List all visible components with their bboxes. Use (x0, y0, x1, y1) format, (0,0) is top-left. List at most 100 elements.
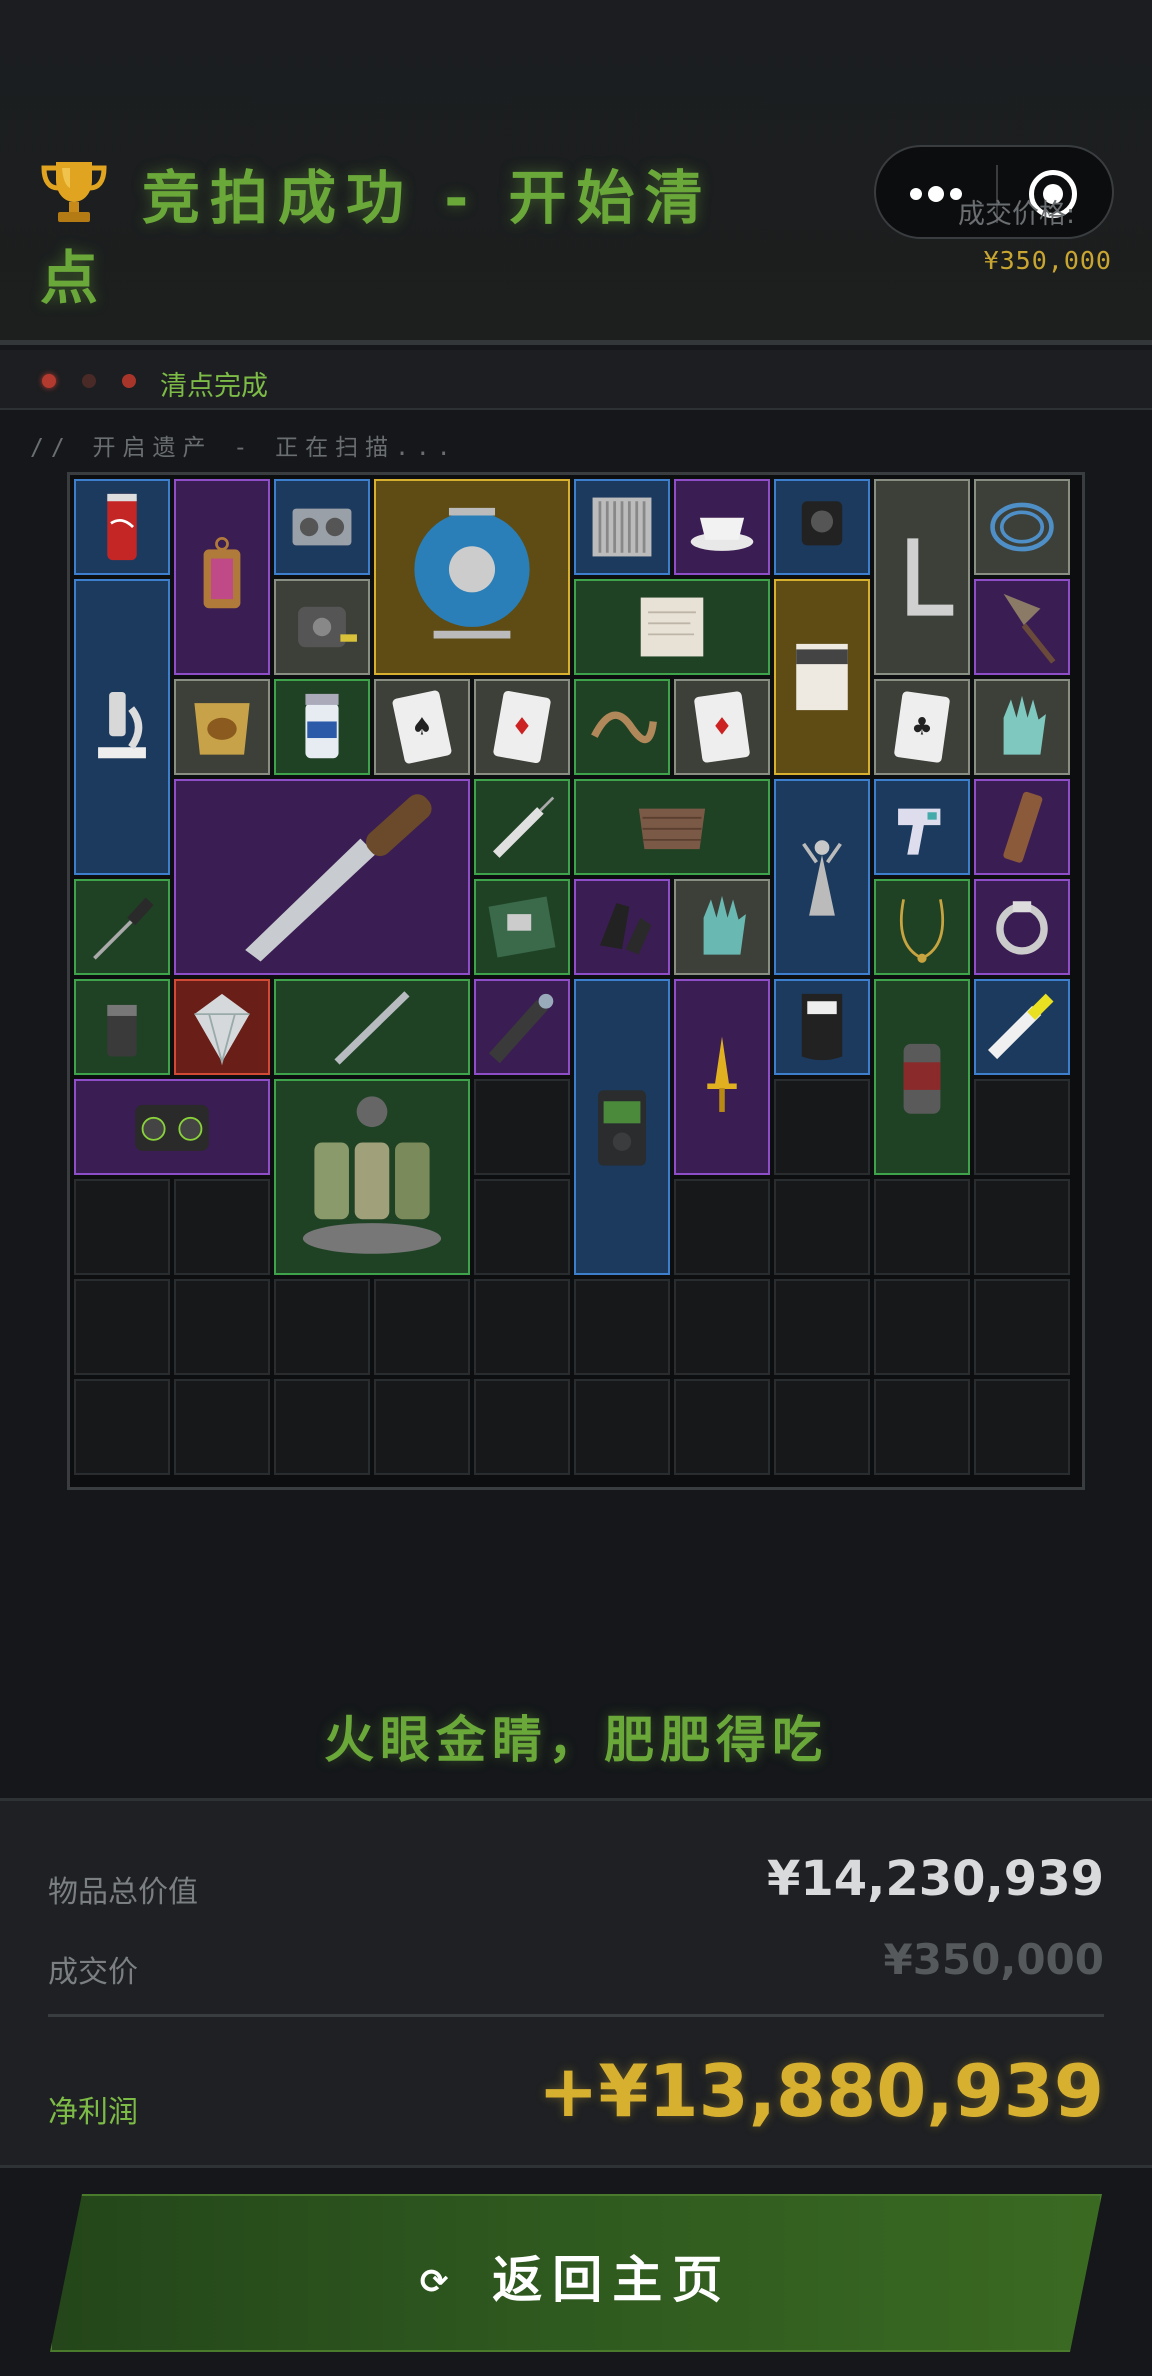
close-target-icon[interactable] (1029, 170, 1077, 218)
inventory-item-tape-reel[interactable] (274, 479, 370, 575)
svg-text:♠: ♠ (411, 712, 432, 740)
inventory-item-pill-bottle[interactable] (274, 679, 370, 775)
inventory-item-energy-bar[interactable] (974, 779, 1070, 875)
status-led-icon (82, 374, 96, 388)
microscope-icon (98, 692, 146, 759)
inventory-item-rubber-hose[interactable] (574, 679, 670, 775)
return-home-button[interactable]: ⟳ 返回主页 (50, 2194, 1102, 2352)
spray-can-icon (903, 1043, 941, 1114)
empty-slot (74, 1279, 170, 1375)
screwdriver-icon (93, 897, 154, 960)
inventory-item-statue[interactable] (774, 779, 870, 975)
inventory-item-teacup[interactable] (674, 479, 770, 575)
inventory-item-screwdriver[interactable] (74, 879, 170, 975)
return-home-label: ⟳ 返回主页 (52, 2240, 1100, 2312)
inventory-item-tape-measure[interactable] (274, 579, 370, 675)
inventory-item-barista-box[interactable] (774, 579, 870, 775)
empty-slot (474, 1179, 570, 1275)
inventory-item-spearhead[interactable] (974, 579, 1070, 675)
inventory-item-boombox[interactable] (74, 1079, 270, 1175)
inventory-item-lighter[interactable] (74, 979, 170, 1075)
golden-dagger-icon (707, 1036, 737, 1112)
empty-slot (574, 1279, 670, 1375)
inventory-item-wood-planks[interactable] (574, 779, 770, 875)
teacup-icon (690, 517, 754, 551)
lantern-icon (203, 536, 241, 609)
statue-icon (802, 840, 842, 916)
inventory-item-tactical-holder[interactable] (574, 879, 670, 975)
empty-slot (974, 1179, 1070, 1275)
empty-slot (974, 1379, 1070, 1475)
status-led-icon (122, 374, 136, 388)
inventory-item-l-square-ruler[interactable] (874, 479, 970, 675)
playing-card-club-icon: ♣ (894, 691, 950, 763)
empty-slot (174, 1279, 270, 1375)
summary-divider (48, 2014, 1104, 2017)
playing-card-spades-icon: ♠ (392, 690, 452, 764)
inventory-item-thermometer-gun[interactable] (874, 779, 970, 875)
inventory-item-cable-coil[interactable] (974, 479, 1070, 575)
inventory-item-spice-rack[interactable] (274, 1079, 470, 1275)
empty-slot (674, 1379, 770, 1475)
inventory-item-spray-can[interactable] (874, 979, 970, 1175)
syringe-icon (492, 796, 555, 858)
energy-bar-icon (1003, 791, 1043, 863)
inventory-item-chips-bag[interactable] (174, 679, 270, 775)
inventory-item-paper-sheet[interactable] (574, 579, 770, 675)
necklace-icon (899, 899, 945, 963)
svg-text:♦: ♦ (511, 712, 532, 740)
inventory-item-metal-rod[interactable] (274, 979, 470, 1075)
inventory-item-action-camera[interactable] (774, 479, 870, 575)
pill-bottle-icon (305, 693, 339, 759)
lighter-icon (107, 1004, 137, 1057)
inventory-item-radiator-grill[interactable] (574, 479, 670, 575)
wood-planks-icon (638, 808, 706, 850)
capsule-divider (996, 165, 998, 223)
inventory-item-blue-glove[interactable] (674, 879, 770, 975)
boombox-icon (135, 1104, 209, 1151)
circuit-board-icon (488, 896, 556, 958)
l-square-ruler-icon (907, 538, 954, 616)
flashlight-icon (488, 993, 554, 1064)
refresh-icon: ⟳ (419, 2262, 459, 2302)
total-value: ¥14,230,939 (766, 1851, 1104, 1907)
inventory-item-microscope[interactable] (74, 579, 170, 875)
cable-coil-icon (990, 502, 1054, 552)
header: 竞拍成功 - 开始清点 成交价格: ¥350,000 (0, 0, 1152, 345)
tape-measure-icon (298, 606, 357, 648)
inventory-item-playing-card-spades[interactable]: ♠ (374, 679, 470, 775)
inventory-item-playing-card-diamonds[interactable]: ♦ (474, 679, 570, 775)
inventory-item-glove[interactable] (974, 679, 1070, 775)
inventory-item-playing-card-diamond[interactable]: ♦ (674, 679, 770, 775)
voice-recorder-icon (598, 1090, 646, 1166)
empty-slot (374, 1279, 470, 1375)
tactical-holder-icon (599, 903, 652, 955)
net-profit-value: +¥13,880,939 (538, 2049, 1104, 2133)
chips-bag-icon (194, 703, 250, 755)
inventory-item-necklace[interactable] (874, 879, 970, 975)
inventory-item-voice-recorder[interactable] (574, 979, 670, 1275)
inventory-item-flashlight[interactable] (474, 979, 570, 1075)
inventory-item-circuit-board[interactable] (474, 879, 570, 975)
inventory-item-playing-card-club[interactable]: ♣ (874, 679, 970, 775)
hunting-knife-icon (245, 794, 432, 962)
inventory-item-hunting-knife[interactable] (174, 779, 470, 975)
rubber-hose-icon (591, 711, 657, 744)
inventory-item-glue-tube[interactable] (974, 979, 1070, 1075)
inventory-item-golden-dagger[interactable] (674, 979, 770, 1175)
inventory-item-syringe[interactable] (474, 779, 570, 875)
inventory-item-cable-reel[interactable] (374, 479, 570, 675)
barista-box-icon (796, 643, 848, 711)
mini-program-capsule[interactable] (874, 145, 1114, 239)
inventory-item-ring[interactable] (974, 879, 1070, 975)
empty-slot (774, 1079, 870, 1175)
empty-slot (174, 1179, 270, 1275)
inventory-item-lantern[interactable] (174, 479, 270, 675)
inventory-item-diamond[interactable] (174, 979, 270, 1075)
inventory-item-pouch[interactable] (774, 979, 870, 1075)
empty-slot (874, 1279, 970, 1375)
thermometer-gun-icon (898, 808, 941, 855)
net-profit-label: 净利润 (48, 2095, 138, 2130)
more-icon[interactable] (910, 185, 970, 203)
inventory-item-soda-can[interactable] (74, 479, 170, 575)
